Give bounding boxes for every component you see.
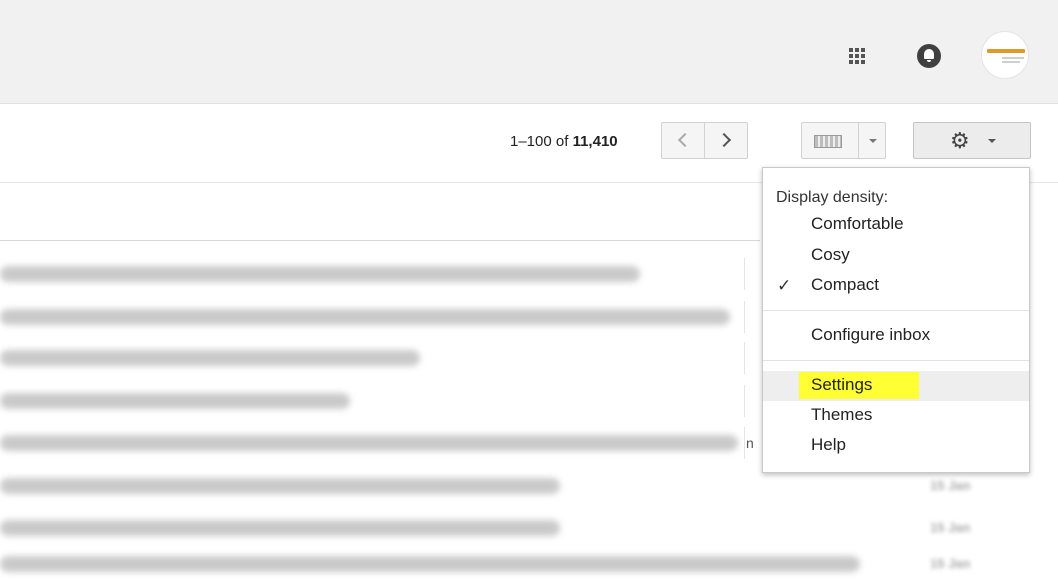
newer-button[interactable] bbox=[661, 122, 705, 159]
density-cosy[interactable]: Cosy bbox=[763, 241, 1029, 271]
email-preview bbox=[0, 309, 730, 325]
table-row[interactable]: 15 Jan bbox=[0, 470, 1058, 502]
density-comfortable[interactable]: Comfortable bbox=[763, 210, 1029, 240]
input-tools-dropdown-button[interactable] bbox=[858, 122, 886, 159]
apps-grid-icon[interactable] bbox=[849, 48, 865, 64]
email-date: 15 Jan bbox=[930, 556, 971, 571]
menu-item-label: Cosy bbox=[811, 245, 850, 264]
row-divider bbox=[744, 427, 745, 459]
email-preview bbox=[0, 520, 560, 536]
page-count: 1–100 of 11,410 bbox=[510, 133, 618, 150]
caret-down-icon bbox=[869, 139, 877, 143]
page-of: of bbox=[551, 133, 573, 150]
row-divider bbox=[744, 385, 745, 417]
page-total: 11,410 bbox=[572, 133, 618, 150]
row-divider bbox=[744, 342, 745, 374]
menu-item-label: Themes bbox=[811, 405, 873, 424]
table-row[interactable]: 15 Jan bbox=[0, 548, 1058, 580]
email-snippet-fragment: n bbox=[746, 435, 754, 451]
chevron-left-icon bbox=[677, 132, 693, 148]
menu-item-label: Configure inbox bbox=[811, 325, 931, 344]
menu-item-label: Settings bbox=[811, 375, 873, 394]
email-preview bbox=[0, 435, 738, 451]
email-preview bbox=[0, 266, 640, 282]
density-compact[interactable]: ✓ Compact bbox=[763, 271, 1029, 301]
email-preview bbox=[0, 556, 860, 572]
bell-icon[interactable] bbox=[917, 44, 941, 68]
themes-item[interactable]: Themes bbox=[763, 401, 1029, 431]
page-range: 1–100 bbox=[510, 133, 552, 150]
menu-item-label: Compact bbox=[811, 275, 880, 294]
top-bar bbox=[0, 0, 1058, 104]
settings-menu: Display density: Comfortable Cosy ✓ Comp… bbox=[762, 167, 1030, 473]
caret-down-icon bbox=[988, 139, 996, 143]
menu-item-label: Help bbox=[811, 435, 846, 454]
email-preview bbox=[0, 478, 560, 494]
chevron-right-icon bbox=[716, 132, 732, 148]
email-preview bbox=[0, 393, 350, 409]
configure-inbox-item[interactable]: Configure inbox bbox=[763, 321, 1029, 351]
table-row[interactable]: 15 Jan bbox=[0, 512, 1058, 544]
settings-item[interactable]: Settings bbox=[763, 371, 1029, 401]
menu-item-label: Comfortable bbox=[811, 214, 904, 233]
menu-divider bbox=[763, 310, 1029, 311]
older-button[interactable] bbox=[704, 122, 748, 159]
checkmark-icon: ✓ bbox=[777, 276, 792, 295]
avatar-logo-line bbox=[1002, 61, 1020, 63]
input-tools-button[interactable] bbox=[801, 122, 859, 159]
list-divider bbox=[0, 240, 760, 241]
avatar-logo-line bbox=[1002, 57, 1024, 59]
menu-divider bbox=[763, 360, 1029, 361]
email-preview bbox=[0, 350, 420, 366]
row-divider bbox=[744, 258, 745, 290]
email-date: 15 Jan bbox=[930, 478, 971, 493]
email-date: 15 Jan bbox=[930, 520, 971, 535]
row-divider bbox=[744, 301, 745, 333]
settings-button[interactable]: ⚙ bbox=[913, 122, 1031, 159]
display-density-heading: Display density: bbox=[776, 189, 889, 206]
keyboard-icon bbox=[814, 135, 842, 148]
avatar[interactable] bbox=[981, 31, 1029, 79]
help-item[interactable]: Help bbox=[763, 431, 1029, 461]
gear-icon: ⚙ bbox=[950, 128, 970, 153]
avatar-logo-icon bbox=[987, 49, 1025, 53]
